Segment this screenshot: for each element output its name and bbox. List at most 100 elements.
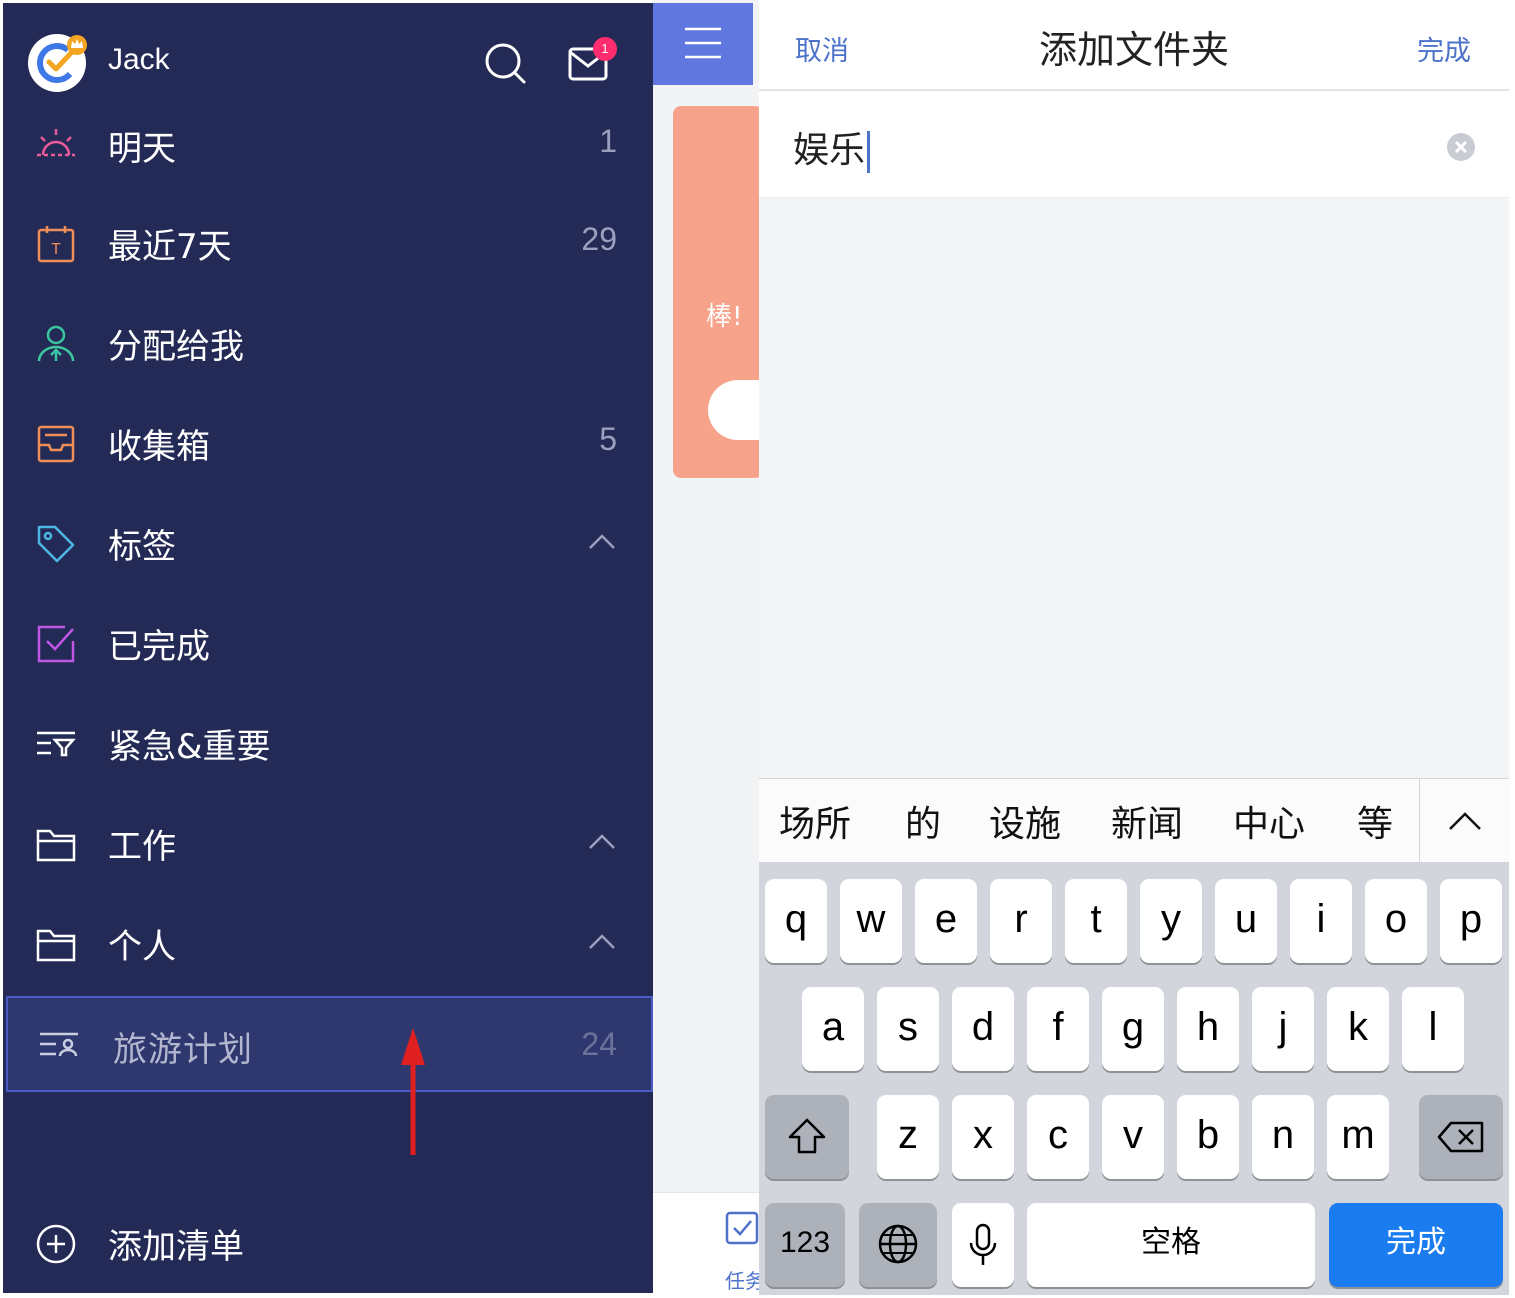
drag-direction-arrow: [401, 1028, 425, 1155]
key[interactable]: n: [1252, 1095, 1314, 1179]
key[interactable]: q: [765, 879, 827, 963]
keyboard: q w e r t y u i o p a s d f g h j k l z …: [759, 862, 1509, 1295]
task-tab-icon[interactable]: [725, 1211, 759, 1245]
sidebar: Jack 1 明天 1 T 最近7天 29 分配给我 收集箱 5 标签 已完成 …: [3, 3, 653, 1293]
key[interactable]: e: [915, 879, 977, 963]
dialog-title: 添加文件夹: [1038, 28, 1229, 72]
sidebar-item-tomorrow[interactable]: 明天 1: [3, 95, 653, 195]
key[interactable]: d: [952, 987, 1014, 1071]
sidebar-item-label: 个人: [108, 927, 176, 967]
dictation-key[interactable]: [952, 1203, 1014, 1287]
key[interactable]: i: [1290, 879, 1352, 963]
ime-candidate[interactable]: 设施: [989, 795, 1061, 847]
key[interactable]: x: [952, 1095, 1014, 1179]
ime-candidate[interactable]: 中心: [1233, 795, 1305, 847]
shared-list-icon: [40, 1032, 78, 1057]
promo-card-text: 棒!: [706, 302, 743, 332]
sidebar-item-assigned-to-me[interactable]: 分配给我: [3, 293, 653, 393]
key[interactable]: k: [1327, 987, 1389, 1071]
key[interactable]: m: [1327, 1095, 1389, 1179]
shift-key[interactable]: [765, 1095, 849, 1179]
key[interactable]: s: [877, 987, 939, 1071]
folder-icon: [36, 829, 76, 862]
key[interactable]: g: [1102, 987, 1164, 1071]
add-circle-icon: [36, 1224, 76, 1264]
sidebar-item-label: 分配给我: [108, 327, 244, 367]
backspace-key[interactable]: [1419, 1095, 1503, 1179]
key[interactable]: o: [1365, 879, 1427, 963]
sidebar-item-label: 工作: [108, 827, 176, 867]
app-logo-avatar[interactable]: [27, 31, 87, 92]
key[interactable]: t: [1065, 879, 1127, 963]
sidebar-item-label: 紧急&重要: [108, 727, 271, 767]
numbers-key[interactable]: 123: [765, 1203, 845, 1287]
expand-candidates-icon[interactable]: [1447, 807, 1483, 833]
sidebar-item-dragging-travel-plan[interactable]: 旅游计划 24: [6, 996, 653, 1092]
sidebar-item-completed[interactable]: 已完成: [3, 593, 653, 693]
globe-icon: [878, 1224, 918, 1264]
inbox-icon: [37, 425, 75, 463]
folder-icon: [36, 929, 76, 962]
folder-name-field[interactable]: 娱乐: [759, 91, 1509, 198]
ime-candidate[interactable]: 的: [905, 795, 941, 847]
promo-card: 棒!: [673, 106, 759, 478]
chevron-up-icon[interactable]: [587, 527, 617, 557]
sidebar-item-count: 29: [581, 221, 617, 257]
chevron-up-icon[interactable]: [587, 927, 617, 957]
key[interactable]: u: [1215, 879, 1277, 963]
sidebar-item-urgent-important[interactable]: 紧急&重要: [3, 693, 653, 793]
key[interactable]: j: [1252, 987, 1314, 1071]
mail-badge: 1: [593, 37, 617, 61]
key[interactable]: z: [877, 1095, 939, 1179]
shift-arrow-icon: [788, 1118, 826, 1154]
search-icon[interactable]: [483, 41, 527, 85]
add-list-button[interactable]: 添加清单: [3, 1193, 653, 1293]
clear-input-button[interactable]: [1447, 133, 1475, 161]
add-folder-dialog: 取消 添加文件夹 完成 娱乐 场所 的 设施 新闻 中心 等 q w e r t…: [759, 3, 1509, 1295]
sidebar-item-tags[interactable]: 标签: [3, 493, 653, 593]
menu-toggle-button[interactable]: [653, 3, 753, 85]
key[interactable]: h: [1177, 987, 1239, 1071]
text-cursor: [867, 131, 871, 173]
space-key[interactable]: 空格: [1027, 1203, 1315, 1287]
key[interactable]: f: [1027, 987, 1089, 1071]
hamburger-icon: [685, 27, 721, 59]
sidebar-item-work-folder[interactable]: 工作: [3, 793, 653, 893]
sidebar-item-count: 5: [599, 421, 617, 457]
ime-candidate[interactable]: 场所: [779, 795, 851, 847]
background-task-view: 棒! 任务: [653, 0, 759, 1298]
key[interactable]: r: [990, 879, 1052, 963]
sidebar-item-label: 收集箱: [108, 427, 210, 467]
sidebar-item-label: 已完成: [108, 627, 210, 667]
sidebar-item-label: 最近7天: [108, 227, 232, 267]
globe-key[interactable]: [859, 1203, 937, 1287]
chevron-up-icon[interactable]: [587, 827, 617, 857]
sidebar-item-next-7-days[interactable]: T 最近7天 29: [3, 193, 653, 293]
ime-candidate[interactable]: 新闻: [1111, 795, 1183, 847]
promo-card-button[interactable]: [708, 380, 759, 440]
done-button[interactable]: 完成: [1417, 29, 1471, 68]
folder-name-value[interactable]: 娱乐: [793, 130, 865, 171]
calendar-t-icon: T: [37, 226, 75, 263]
ime-candidate-bar: 场所 的 设施 新闻 中心 等: [759, 778, 1509, 863]
completed-check-icon: [37, 625, 75, 663]
divider: [1419, 779, 1420, 863]
key[interactable]: y: [1140, 879, 1202, 963]
key[interactable]: l: [1402, 987, 1464, 1071]
return-done-key[interactable]: 完成: [1329, 1203, 1503, 1287]
key[interactable]: b: [1177, 1095, 1239, 1179]
dialog-navbar: 取消 添加文件夹 完成: [759, 3, 1509, 91]
key[interactable]: c: [1027, 1095, 1089, 1179]
sidebar-item-label: 标签: [108, 527, 176, 567]
add-list-label: 添加清单: [108, 1227, 244, 1267]
task-tab-label[interactable]: 任务: [725, 1265, 759, 1294]
key[interactable]: p: [1440, 879, 1502, 963]
ime-candidate[interactable]: 等: [1357, 795, 1393, 847]
user-name[interactable]: Jack: [108, 43, 170, 77]
key[interactable]: v: [1102, 1095, 1164, 1179]
backspace-icon: [1437, 1121, 1484, 1153]
sidebar-item-inbox[interactable]: 收集箱 5: [3, 393, 653, 493]
sidebar-item-personal-folder[interactable]: 个人: [3, 893, 653, 993]
key[interactable]: a: [802, 987, 864, 1071]
key[interactable]: w: [840, 879, 902, 963]
